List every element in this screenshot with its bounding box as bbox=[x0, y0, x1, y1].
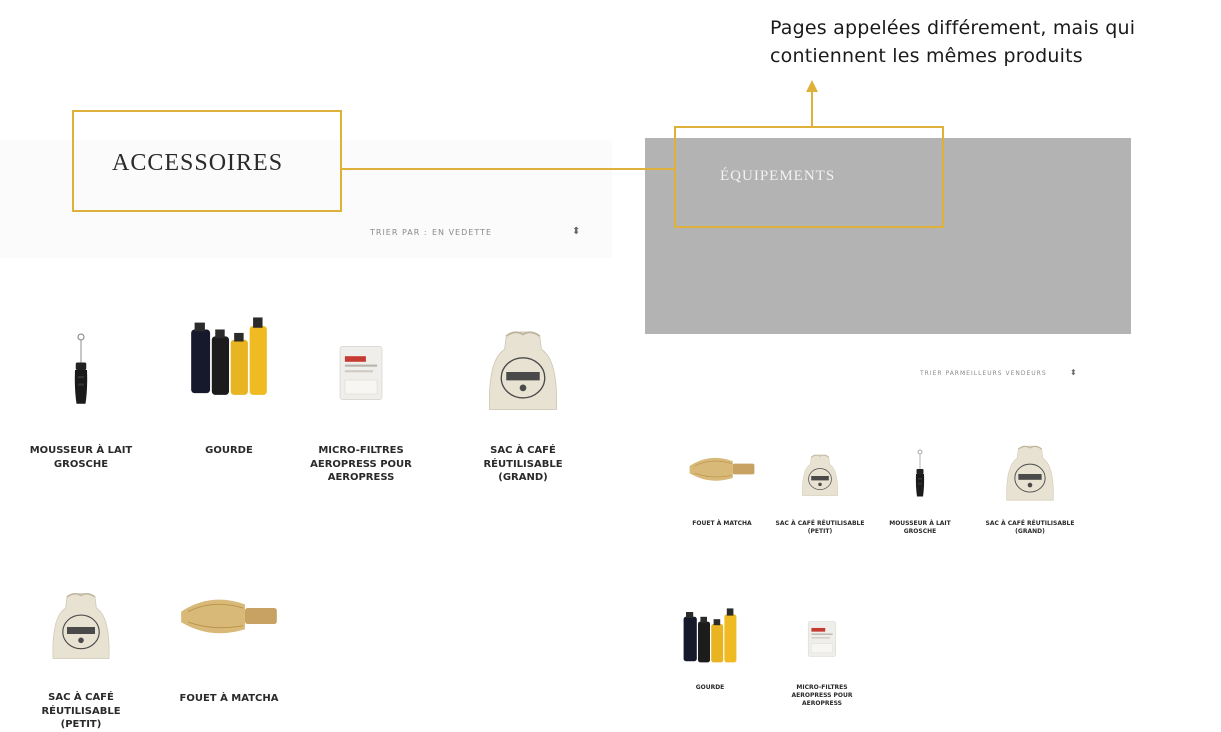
annotation-text: Pages appelées différement, mais qui con… bbox=[770, 14, 1220, 70]
sort-arrows-icon[interactable]: ⬍ bbox=[1070, 368, 1077, 377]
coffee-sack-icon[interactable] bbox=[985, 430, 1075, 506]
left-title-callout-box bbox=[72, 110, 342, 212]
right-product-card[interactable]: SAC À CAFÉ RÉUTILISABLE (GRAND) bbox=[985, 430, 1075, 536]
product-name[interactable]: FOUET À MATCHA bbox=[677, 520, 767, 528]
coffee-sack-icon[interactable] bbox=[462, 300, 584, 418]
left-product-card[interactable]: FOUET À MATCHA bbox=[168, 565, 290, 706]
matcha-whisk-icon[interactable] bbox=[677, 430, 767, 490]
left-product-card[interactable]: SAC À CAFÉ RÉUTILISABLE (GRAND) bbox=[462, 300, 584, 485]
left-product-card[interactable]: SAC À CAFÉ RÉUTILISABLE (PETIT) bbox=[20, 565, 142, 732]
right-sort-value[interactable]: MEILLEURS VENDEURS bbox=[960, 370, 1047, 377]
right-product-card[interactable]: GOURDE bbox=[665, 602, 755, 692]
right-product-card[interactable]: MOUSSEUR À LAIT GROSCHE bbox=[875, 430, 965, 536]
coffee-sack-small-icon[interactable] bbox=[775, 430, 865, 506]
product-name[interactable]: GOURDE bbox=[665, 684, 755, 692]
product-name[interactable]: SAC À CAFÉ RÉUTILISABLE (PETIT) bbox=[20, 691, 142, 732]
annotation-arrow-line bbox=[811, 92, 813, 128]
right-product-grid: FOUET À MATCHA SAC À CAFÉ RÉUTILISABLE (… bbox=[645, 430, 1131, 732]
water-bottles-icon[interactable] bbox=[168, 300, 290, 400]
annotation-line-1: Pages appelées différement, mais qui bbox=[770, 17, 1136, 39]
left-product-card[interactable]: GOURDE bbox=[168, 300, 290, 458]
annotation-line-2: contiennent les mêmes produits bbox=[770, 45, 1083, 67]
right-product-card[interactable]: FOUET À MATCHA bbox=[677, 430, 767, 528]
product-name[interactable]: MOUSSEUR À LAIT GROSCHE bbox=[20, 444, 142, 471]
product-name[interactable]: MOUSSEUR À LAIT GROSCHE bbox=[875, 520, 965, 536]
matcha-whisk-icon[interactable] bbox=[168, 565, 290, 647]
left-sort-value[interactable]: EN VEDETTE bbox=[432, 228, 492, 237]
left-sort-control[interactable]: TRIER PAR : EN VEDETTE ⬍ bbox=[370, 226, 582, 242]
right-title-callout-box bbox=[674, 126, 944, 228]
left-sort-label: TRIER PAR : bbox=[370, 228, 428, 237]
callout-connector-line bbox=[342, 168, 674, 170]
filter-pack-icon[interactable] bbox=[300, 300, 422, 408]
right-sort-control[interactable]: TRIER PAR : MEILLEURS VENDEURS ⬍ bbox=[920, 368, 1080, 382]
right-product-card[interactable]: MICRO-FILTRES AEROPRESS POUR AEROPRESS bbox=[777, 602, 867, 708]
coffee-sack-small-icon[interactable] bbox=[20, 565, 142, 675]
left-product-card[interactable]: MICRO-FILTRES AEROPRESS POUR AEROPRESS bbox=[300, 300, 422, 485]
left-product-grid: MOUSSEUR À LAIT GROSCHE GOURDE MICRO-FIL… bbox=[0, 300, 612, 732]
milk-frother-icon[interactable] bbox=[875, 430, 965, 510]
right-product-card[interactable]: SAC À CAFÉ RÉUTILISABLE (PETIT) bbox=[775, 430, 865, 536]
product-name[interactable]: SAC À CAFÉ RÉUTILISABLE (GRAND) bbox=[985, 520, 1075, 536]
product-name[interactable]: GOURDE bbox=[168, 444, 290, 458]
product-name[interactable]: FOUET À MATCHA bbox=[168, 692, 290, 706]
sort-arrows-icon[interactable]: ⬍ bbox=[572, 226, 580, 237]
product-name[interactable]: MICRO-FILTRES AEROPRESS POUR AEROPRESS bbox=[300, 444, 422, 485]
arrow-head-icon bbox=[806, 80, 818, 92]
left-product-card[interactable]: MOUSSEUR À LAIT GROSCHE bbox=[20, 300, 142, 471]
product-name[interactable]: MICRO-FILTRES AEROPRESS POUR AEROPRESS bbox=[777, 684, 867, 708]
water-bottles-icon[interactable] bbox=[665, 602, 755, 666]
milk-frother-icon[interactable] bbox=[20, 300, 142, 425]
filter-pack-icon[interactable] bbox=[777, 602, 867, 662]
product-name[interactable]: SAC À CAFÉ RÉUTILISABLE (GRAND) bbox=[462, 444, 584, 485]
product-name[interactable]: SAC À CAFÉ RÉUTILISABLE (PETIT) bbox=[775, 520, 865, 536]
